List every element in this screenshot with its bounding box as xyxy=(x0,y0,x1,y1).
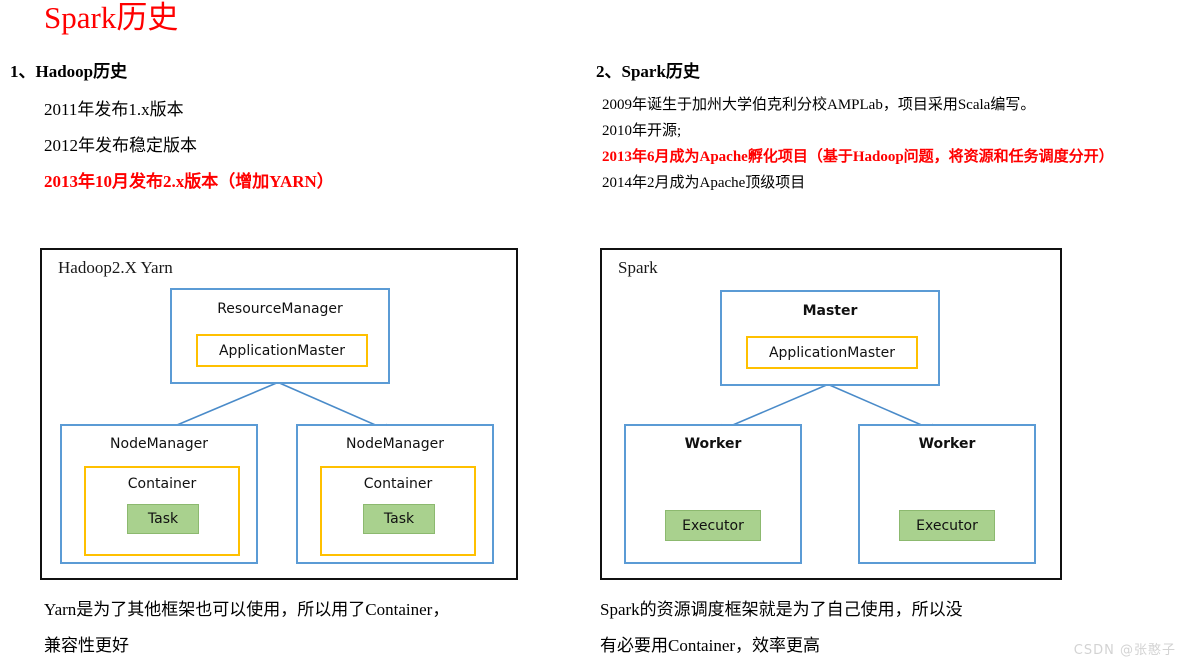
applicationmaster-label: ApplicationMaster xyxy=(218,342,346,359)
left-section-title: Hadoop历史 xyxy=(35,62,128,81)
right-section-number: 2、 xyxy=(596,62,622,81)
nodemanager-left-node: NodeManager Container Task xyxy=(60,424,258,564)
right-section-title: Spark历史 xyxy=(621,62,700,81)
hadoop-architecture-diagram: Hadoop2.X Yarn ResourceManager Applicati… xyxy=(40,248,518,580)
list-item: 2010年开源; xyxy=(602,123,682,139)
applicationmaster-node: ApplicationMaster xyxy=(196,334,368,367)
spark-caption-line-1: Spark的资源调度框架就是为了自己使用，所以没 xyxy=(600,600,963,619)
container-left-node: Container Task xyxy=(84,466,240,556)
worker-right-node: Worker Executor xyxy=(858,424,1036,564)
container-left-label: Container xyxy=(127,476,197,492)
task-left-label: Task xyxy=(147,511,179,527)
slide-canvas: Spark历史 1、Hadoop历史 2011年发布1.x版本 2012年发布稳… xyxy=(0,0,1184,662)
nodemanager-left-label: NodeManager xyxy=(110,436,208,452)
list-item: 2013年10月发布2.x版本（增加YARN） xyxy=(44,172,334,191)
executor-right-label: Executor xyxy=(916,517,978,534)
spark-architecture-diagram: Spark Master ApplicationMaster Worker Ex… xyxy=(600,248,1062,580)
right-column: 2、Spark历史 2009年诞生于加州大学伯克利分校AMPLab，项目采用Sc… xyxy=(596,60,1184,196)
spark-diagram-label: Spark xyxy=(618,258,658,277)
csdn-watermark: CSDN @张憨子 xyxy=(1073,643,1176,658)
hadoop-caption-line-2: 兼容性更好 xyxy=(44,636,129,655)
left-section-heading: 1、Hadoop历史 xyxy=(10,60,580,84)
container-right-label: Container xyxy=(363,476,433,492)
nodemanager-right-node: NodeManager Container Task xyxy=(296,424,494,564)
hadoop-caption-line-1: Yarn是为了其他框架也可以使用，所以用了Container， xyxy=(44,600,450,619)
worker-left-node: Worker Executor xyxy=(624,424,802,564)
master-label: Master xyxy=(802,303,858,319)
left-column: 1、Hadoop历史 2011年发布1.x版本 2012年发布稳定版本 2013… xyxy=(10,60,580,200)
spark-applicationmaster-label: ApplicationMaster xyxy=(768,344,896,361)
hadoop-diagram-label: Hadoop2.X Yarn xyxy=(58,258,173,277)
list-item: 2011年发布1.x版本 xyxy=(44,100,184,119)
task-right-label: Task xyxy=(383,511,415,527)
task-right-node: Task xyxy=(363,504,435,534)
list-item: 2012年发布稳定版本 xyxy=(44,136,197,155)
page-title: Spark历史 xyxy=(44,0,179,35)
nodemanager-right-label: NodeManager xyxy=(346,436,444,452)
right-section-heading: 2、Spark历史 xyxy=(596,60,1184,84)
master-node: Master ApplicationMaster xyxy=(720,290,940,386)
spark-caption-line-2: 有必要用Container，效率更高 xyxy=(600,636,821,655)
spark-caption: Spark的资源调度框架就是为了自己使用，所以没 有必要用Container，效… xyxy=(600,592,1100,664)
worker-left-label: Worker xyxy=(684,436,742,452)
executor-right-node: Executor xyxy=(899,510,995,541)
resourcemanager-label: ResourceManager xyxy=(217,301,343,317)
hadoop-caption: Yarn是为了其他框架也可以使用，所以用了Container， 兼容性更好 xyxy=(44,592,584,664)
executor-left-node: Executor xyxy=(665,510,761,541)
left-bullet-list: 2011年发布1.x版本 2012年发布稳定版本 2013年10月发布2.x版本… xyxy=(10,92,580,200)
list-item: 2013年6月成为Apache孵化项目（基于Hadoop问题，将资源和任务调度分… xyxy=(602,149,1114,165)
task-left-node: Task xyxy=(127,504,199,534)
executor-left-label: Executor xyxy=(682,517,744,534)
list-item: 2009年诞生于加州大学伯克利分校AMPLab，项目采用Scala编写。 xyxy=(602,97,1036,113)
spark-applicationmaster-node: ApplicationMaster xyxy=(746,336,918,369)
right-bullet-list: 2009年诞生于加州大学伯克利分校AMPLab，项目采用Scala编写。 201… xyxy=(596,92,1184,196)
list-item: 2014年2月成为Apache顶级项目 xyxy=(602,175,806,191)
resourcemanager-node: ResourceManager ApplicationMaster xyxy=(170,288,390,384)
worker-right-label: Worker xyxy=(918,436,976,452)
container-right-node: Container Task xyxy=(320,466,476,556)
left-section-number: 1、 xyxy=(10,62,36,81)
